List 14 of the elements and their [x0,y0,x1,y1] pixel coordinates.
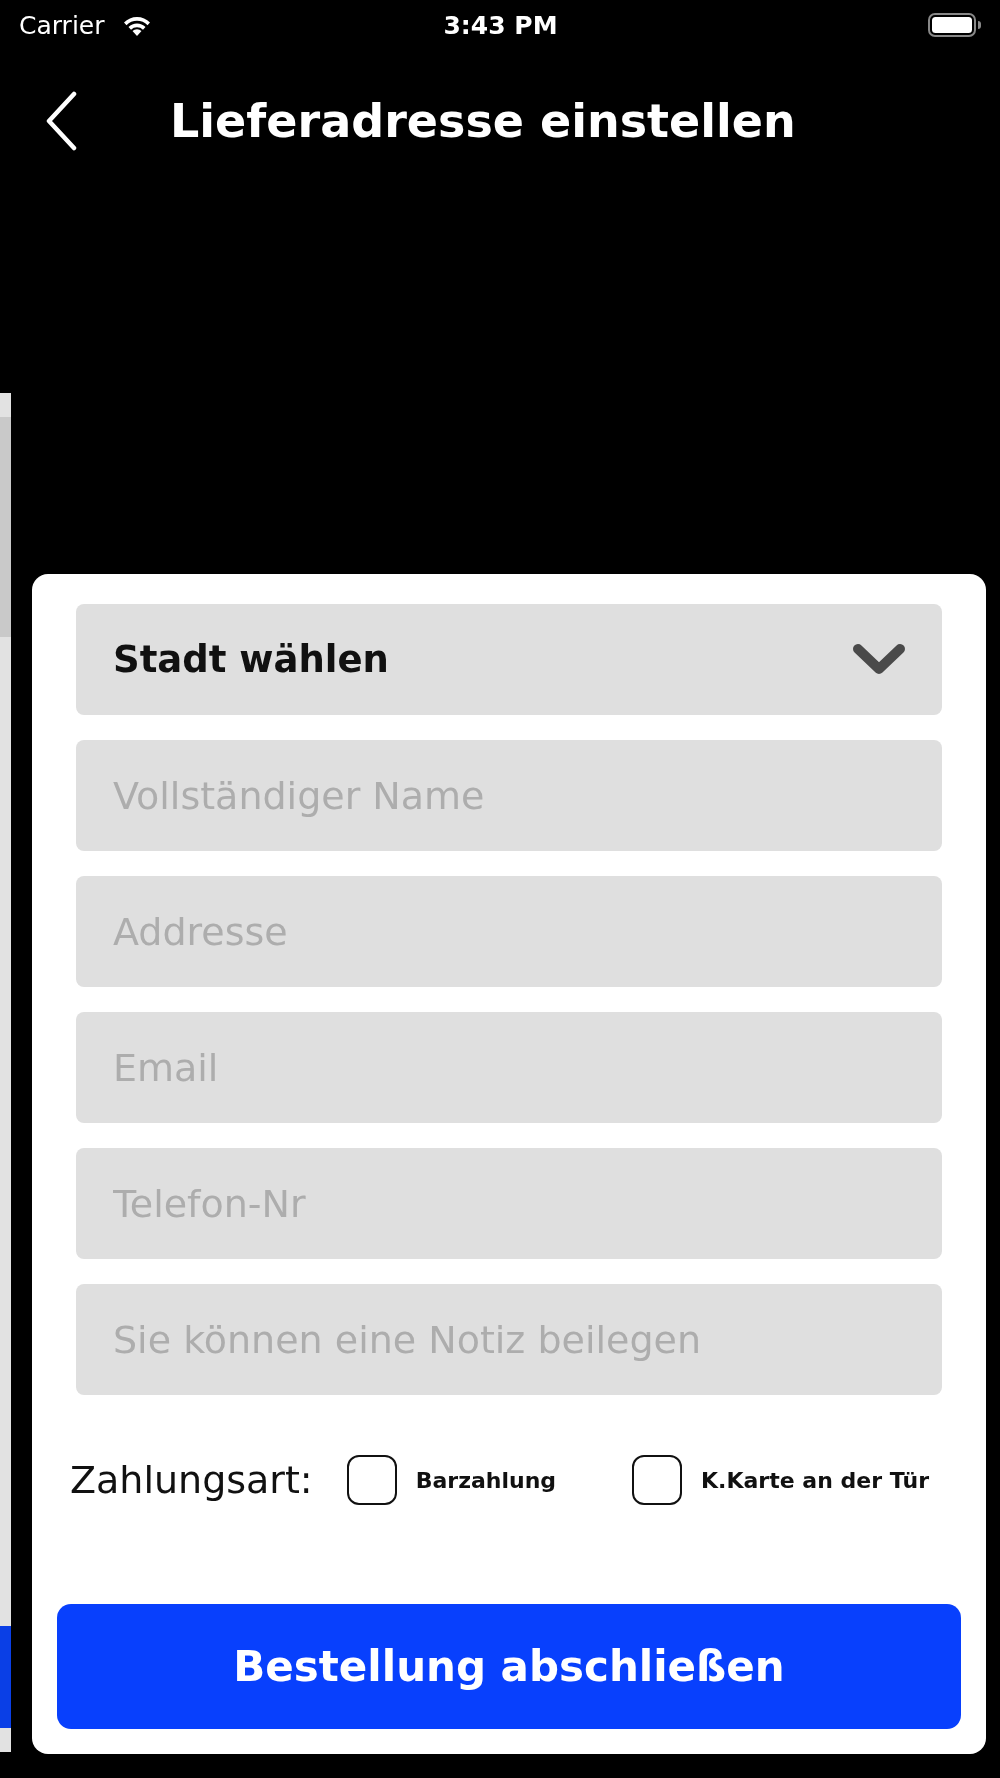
submit-order-button[interactable]: Bestellung abschließen [57,1604,961,1729]
checkbox-label: Barzahlung [415,1467,557,1493]
carrier-label: Carrier [19,10,105,40]
chevron-down-icon [852,642,906,677]
checkbox[interactable] [346,1455,397,1505]
city-dropdown[interactable]: Stadt wählen [76,604,942,715]
checkbox-label: K.Karte an der Tür [701,1467,930,1493]
back-chevron-icon [44,91,78,151]
checkbox[interactable] [632,1455,683,1505]
page-title: Lieferadresse einstellen [170,94,796,148]
payment-label: Zahlungsart: [70,1458,313,1502]
status-time: 3:43 PM [443,10,558,40]
back-button[interactable] [44,91,78,151]
battery-icon [928,13,982,37]
